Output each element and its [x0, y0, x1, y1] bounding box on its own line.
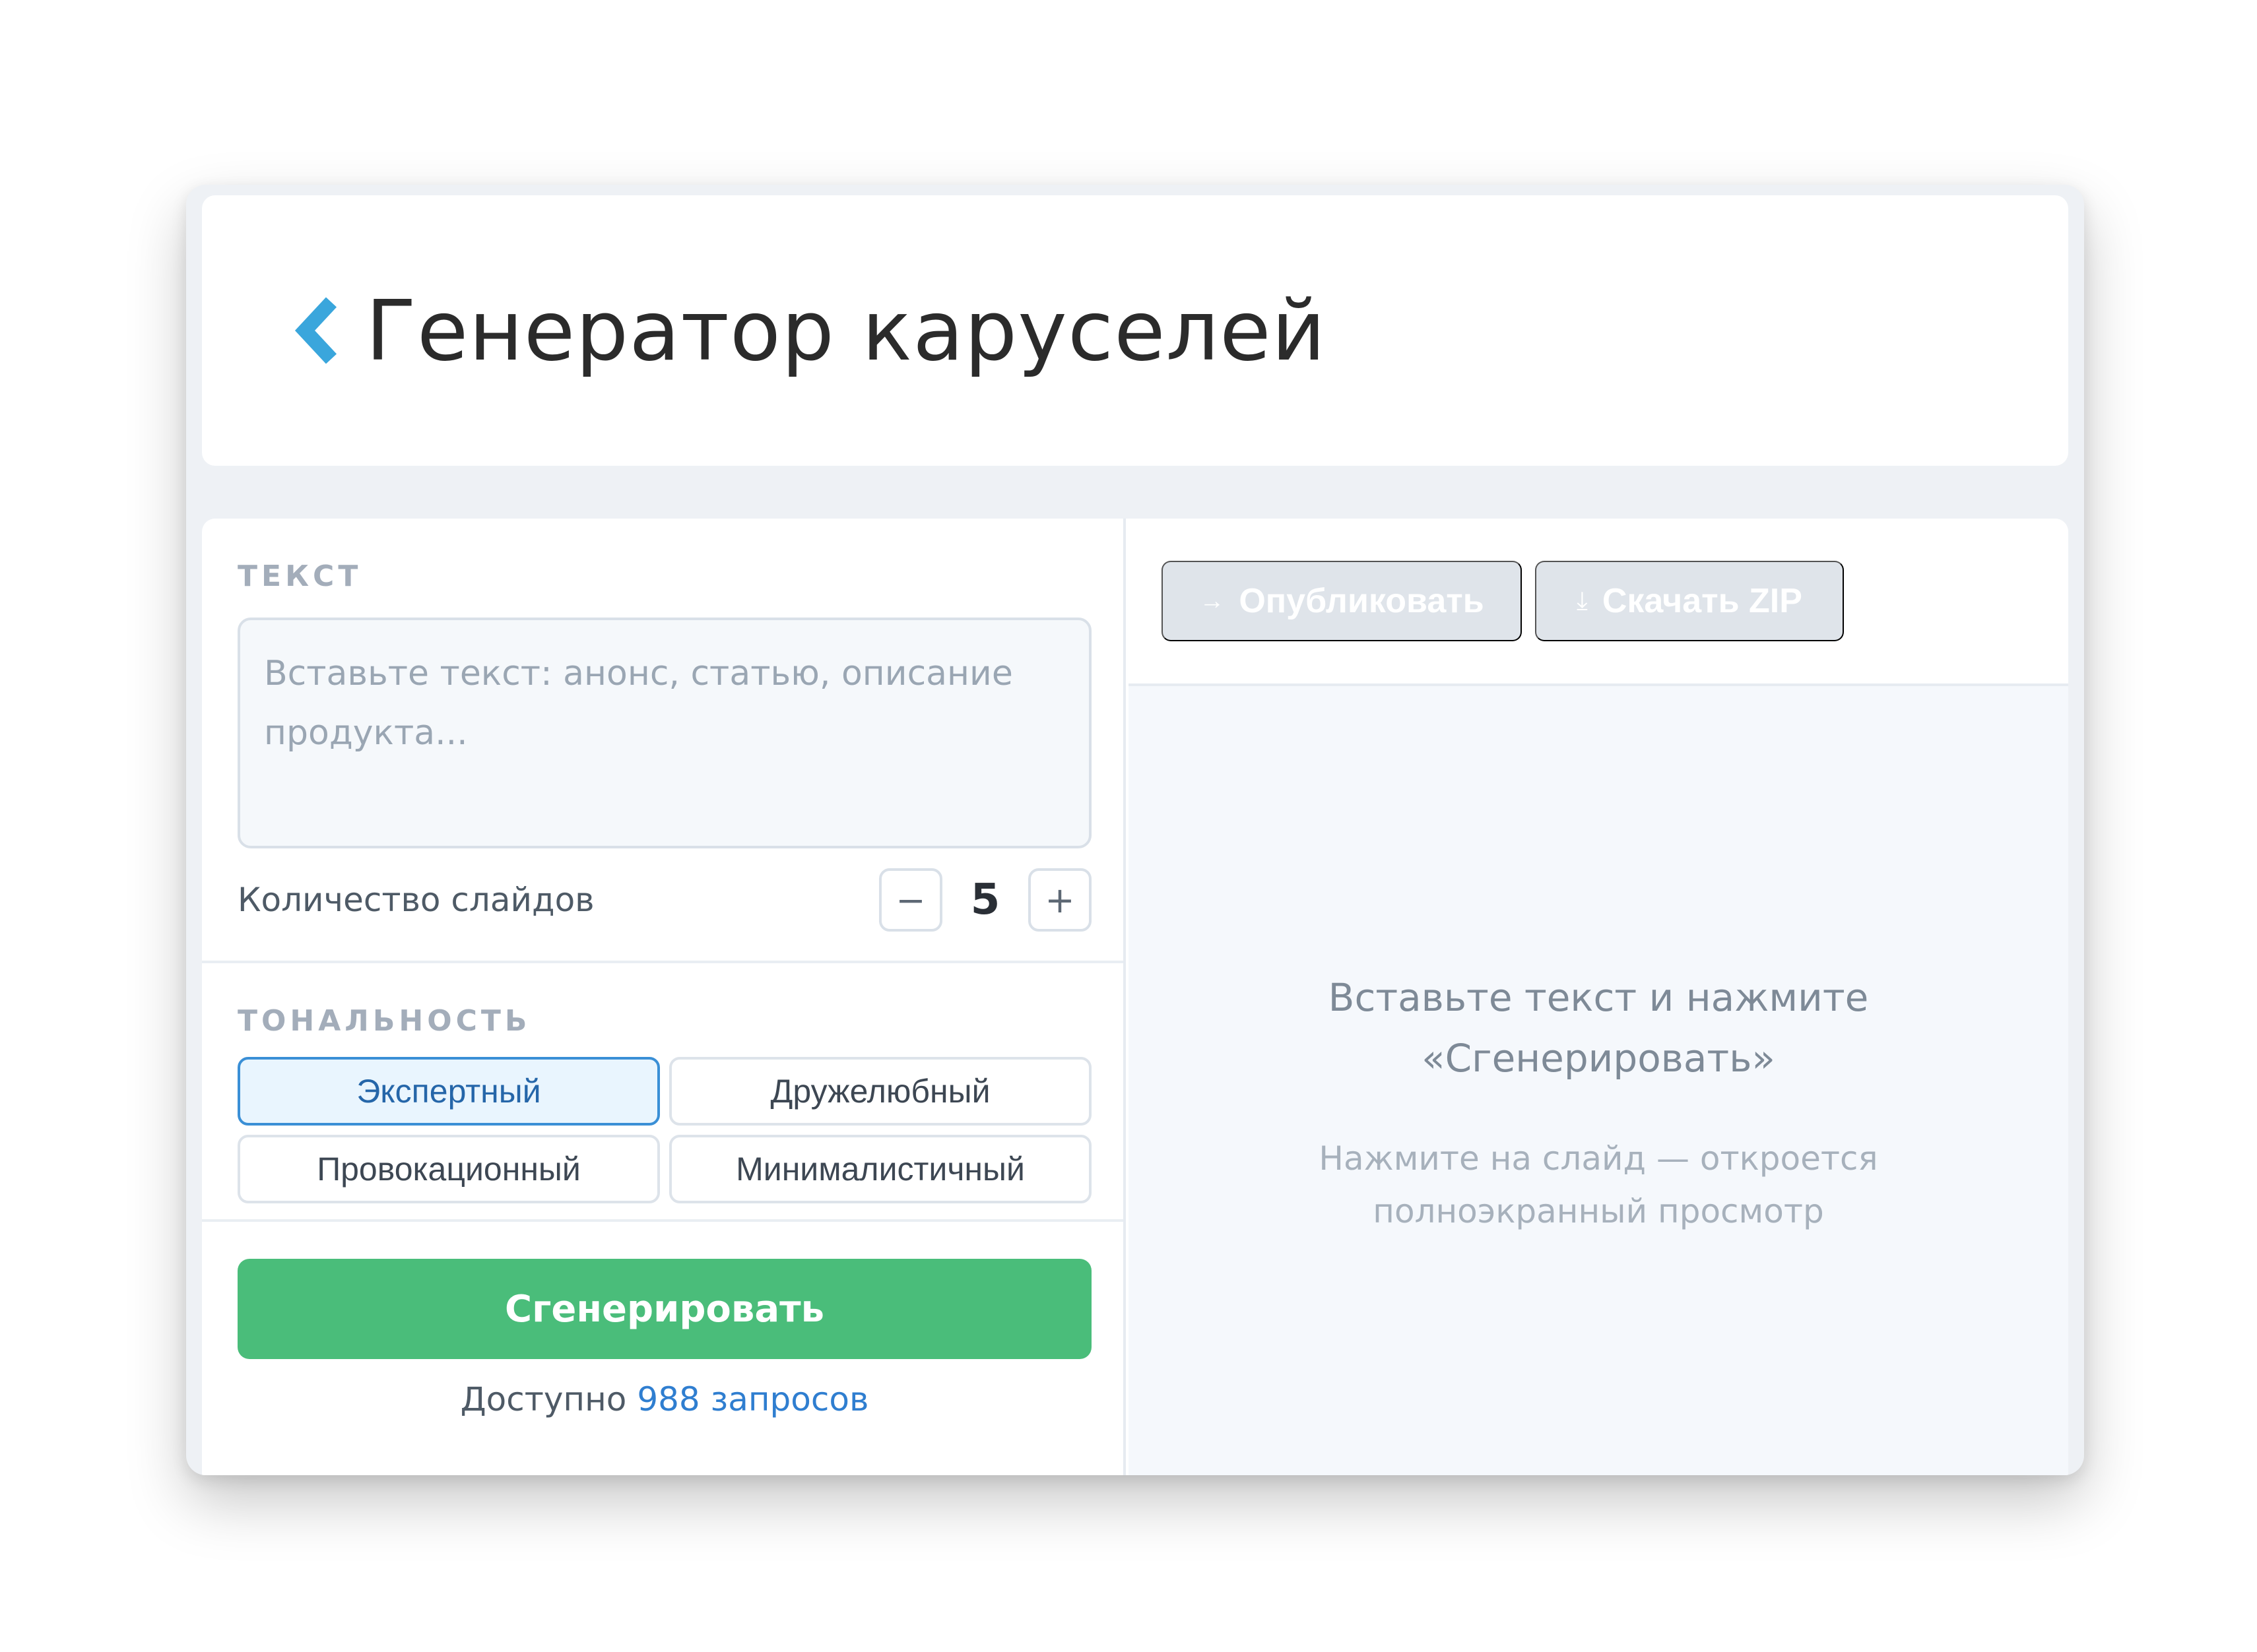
- text-section-label: ТЕКСТ: [238, 559, 362, 593]
- tone-option-provocative[interactable]: Провокационный: [238, 1135, 660, 1203]
- download-zip-button[interactable]: ⤓ Скачать ZIP: [1535, 561, 1844, 641]
- publish-button[interactable]: → Опубликовать: [1161, 561, 1522, 641]
- slides-count-value: 5: [970, 875, 1000, 924]
- slides-count-label: Количество слайдов: [238, 881, 595, 919]
- slides-count-row: Количество слайдов − 5 +: [238, 867, 1092, 933]
- generate-button[interactable]: Сгенерировать: [238, 1259, 1092, 1359]
- app-window: Генератор каруселей ТЕКСТ Количество сла…: [186, 185, 2084, 1475]
- download-zip-label: Скачать ZIP: [1602, 582, 1802, 620]
- chevron-left-icon[interactable]: [294, 294, 342, 367]
- tone-option-friendly[interactable]: Дружелюбный: [669, 1057, 1092, 1126]
- section-divider: [202, 1219, 1123, 1222]
- empty-state-line-2: «Сгенерировать»: [1422, 1036, 1775, 1081]
- quota-count: 988 запросов: [637, 1380, 869, 1418]
- download-icon: ⤓: [1577, 587, 1588, 615]
- page-header: Генератор каруселей: [202, 195, 2068, 466]
- tone-option-expert[interactable]: Экспертный: [238, 1057, 660, 1126]
- preview-panel: → Опубликовать ⤓ Скачать ZIP Вставьте те…: [1128, 519, 2068, 1475]
- page-title: Генератор каруселей: [366, 282, 1326, 379]
- source-text-input[interactable]: [238, 618, 1092, 848]
- empty-state-hint-line-2: полноэкранный просмотр: [1373, 1192, 1824, 1230]
- quota-info: Доступно 988 запросов: [238, 1380, 1092, 1418]
- empty-state-line-1: Вставьте текст и нажмите: [1328, 975, 1869, 1020]
- tone-options: Экспертный Дружелюбный Провокационный Ми…: [238, 1057, 1092, 1203]
- slides-increment-button[interactable]: +: [1028, 868, 1092, 932]
- publish-button-label: Опубликовать: [1239, 582, 1484, 620]
- quota-prefix: Доступно: [460, 1380, 627, 1418]
- slides-decrement-button[interactable]: −: [879, 868, 942, 932]
- tone-option-minimalist[interactable]: Минималистичный: [669, 1135, 1092, 1203]
- preview-toolbar: → Опубликовать ⤓ Скачать ZIP: [1128, 519, 2068, 686]
- tone-section-label: ТОНАЛЬНОСТЬ: [238, 1004, 531, 1038]
- empty-state-title: Вставьте текст и нажмите «Сгенерировать»: [1128, 967, 2068, 1089]
- empty-state-hint: Нажмите на слайд — откроется полноэкранн…: [1128, 1132, 2068, 1238]
- settings-panel: ТЕКСТ Количество слайдов − 5 + ТОНАЛЬНОС…: [202, 519, 1126, 1475]
- empty-state-hint-line-1: Нажмите на слайд — откроется: [1319, 1139, 1878, 1178]
- section-divider: [202, 961, 1123, 963]
- main-content: ТЕКСТ Количество слайдов − 5 + ТОНАЛЬНОС…: [202, 519, 2068, 1475]
- arrow-right-icon: →: [1199, 587, 1225, 615]
